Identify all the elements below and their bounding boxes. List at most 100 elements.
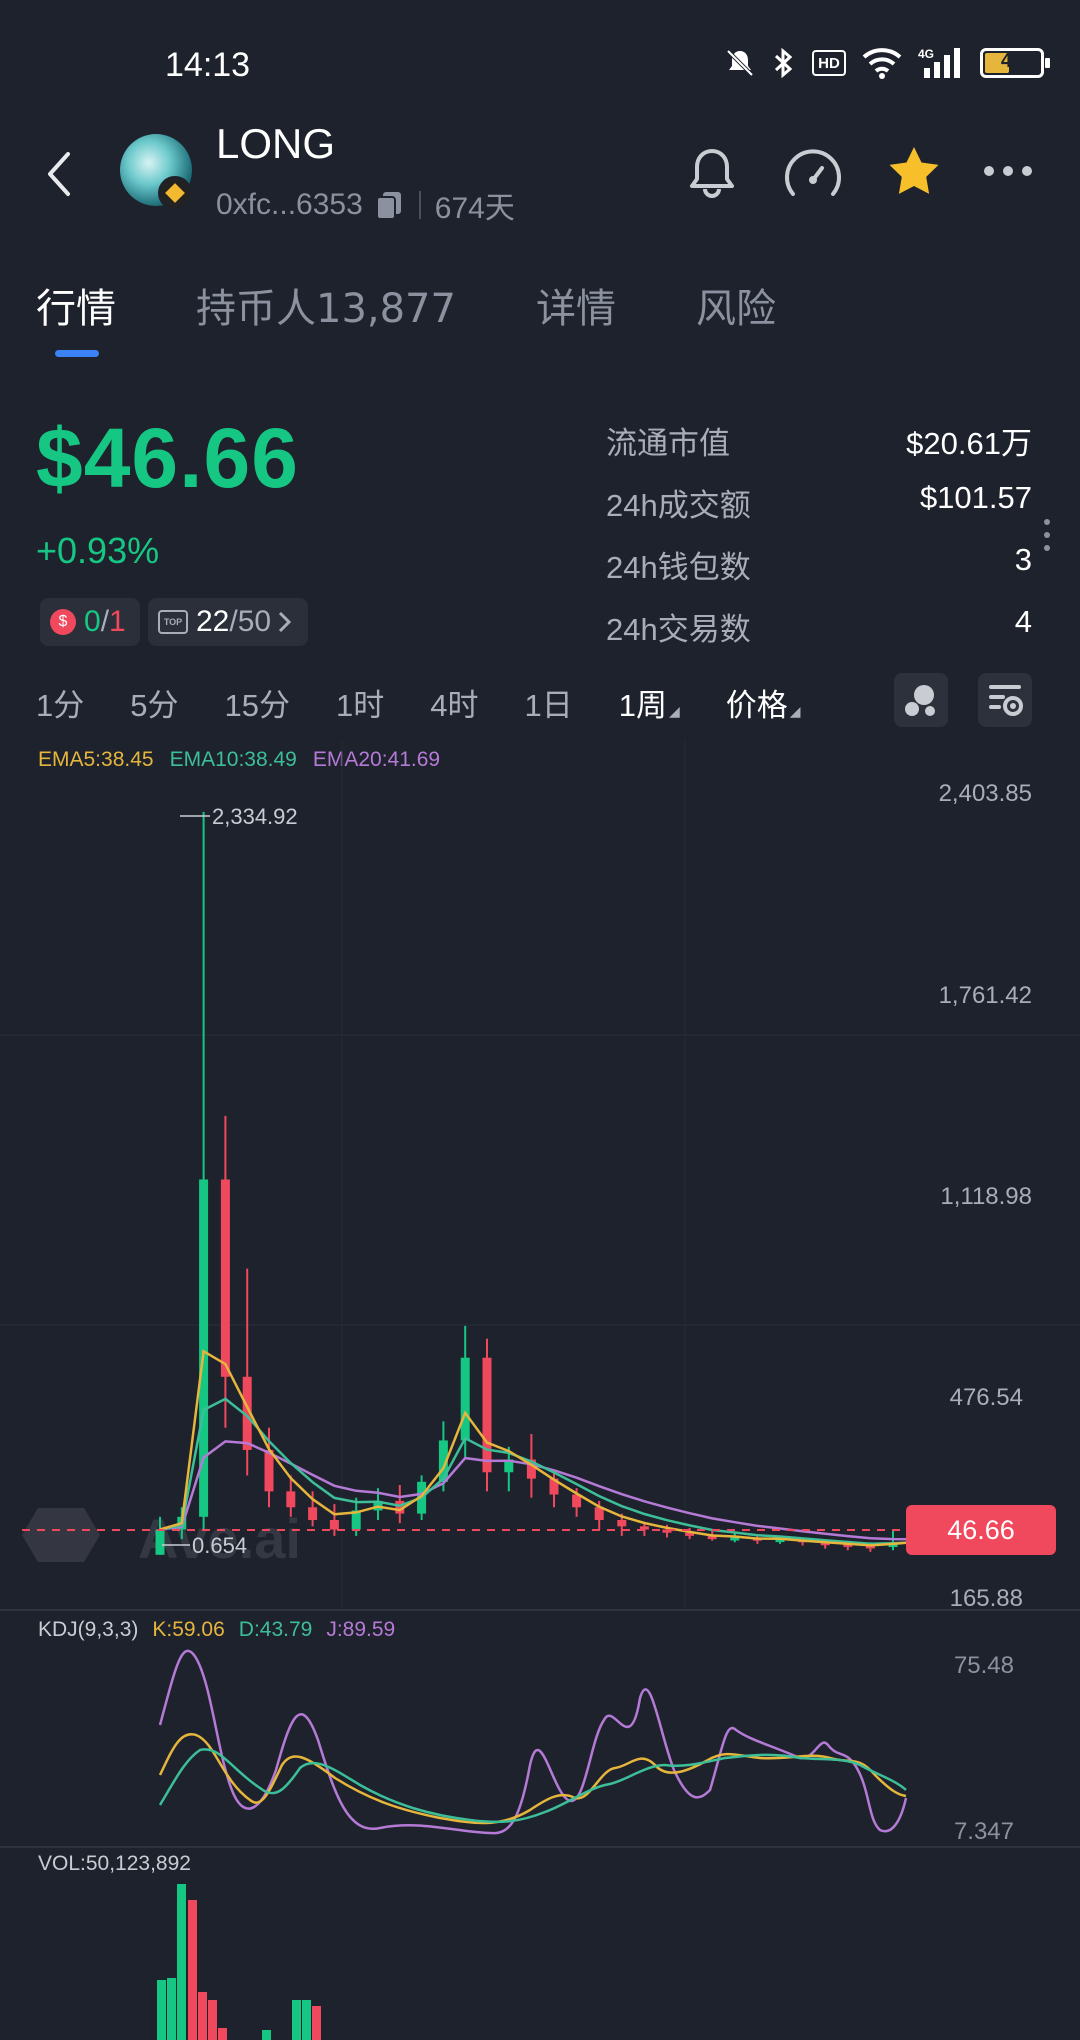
price-axis-label: 1,118.98 xyxy=(940,1183,1032,1210)
wifi-icon xyxy=(862,48,902,79)
token-subline: 0xfc...6353 674天 xyxy=(216,183,515,227)
dropdown-triangle-icon: ◢ xyxy=(789,703,801,719)
price-axis-label: 165.88 xyxy=(949,1585,1023,1612)
battery-level: 43 xyxy=(1000,50,1024,72)
price-axis-label: 2,403.85 xyxy=(938,780,1032,807)
volume-bar xyxy=(198,1992,207,2040)
tab-bar: 行情 持币人13,877 详情 风险 xyxy=(36,276,856,334)
interval-1w-label: 1周 xyxy=(618,688,667,723)
contract-address: 0xfc...6353 xyxy=(216,188,363,221)
interval-4h[interactable]: 4时 xyxy=(430,680,478,725)
candle-body xyxy=(286,1491,296,1508)
stat-label: 24h钱包数 xyxy=(606,550,751,585)
dropdown-triangle-icon: ◢ xyxy=(668,703,680,719)
top-holders-total: /50 xyxy=(229,605,272,638)
bell-off-icon xyxy=(726,49,754,77)
candle-body xyxy=(329,1519,339,1530)
status-icons: HD 4G 43 xyxy=(724,46,1050,80)
stat-value: $101.57 xyxy=(919,480,1032,515)
current-price: $46.66 xyxy=(36,411,299,505)
risk-red-count: 1 xyxy=(109,605,126,638)
signal-4g-icon: 4G xyxy=(918,47,960,78)
interval-1m[interactable]: 1分 xyxy=(36,680,84,725)
chevron-right-icon xyxy=(279,611,292,633)
top-holders-badge[interactable]: TOP 22 /50 xyxy=(148,598,308,646)
gauge-icon[interactable] xyxy=(782,146,844,202)
risk-separator: / xyxy=(100,605,110,638)
battery-icon: 43 xyxy=(980,48,1050,78)
token-age: 674天 xyxy=(434,192,515,225)
candle-body xyxy=(460,1357,470,1441)
kdj-k-value: K:59.06 xyxy=(152,1618,225,1641)
price-axis-label: 1,761.42 xyxy=(938,982,1032,1009)
more-icon[interactable] xyxy=(982,164,1034,178)
bubbles-icon xyxy=(905,685,935,716)
stat-volume: 24h成交额 $101.57 xyxy=(606,480,1032,542)
volume-bar xyxy=(262,2030,271,2040)
volume-legend: VOL:50,123,892 xyxy=(38,1852,191,1875)
risk-green-count: 0 xyxy=(84,605,101,638)
stat-value: 4 xyxy=(1014,604,1032,639)
low-annotation: 0.654 xyxy=(192,1533,247,1558)
tab-risk[interactable]: 风险 xyxy=(696,276,776,334)
high-annotation: 2,334.92 xyxy=(212,804,298,829)
volume-bar xyxy=(177,1884,186,2040)
stat-label: 24h成交额 xyxy=(606,488,751,523)
status-time: 14:13 xyxy=(165,46,251,84)
candle-body xyxy=(617,1519,627,1527)
price-mode-label: 价格 xyxy=(725,688,788,723)
volume-bar xyxy=(302,2000,311,2040)
crown-top-icon: TOP xyxy=(158,610,188,634)
candle-body xyxy=(308,1507,318,1520)
copy-icon[interactable] xyxy=(373,189,405,221)
stat-label: 24h交易数 xyxy=(606,612,751,647)
volume-bar xyxy=(188,1900,197,2040)
bell-icon[interactable] xyxy=(684,145,740,201)
candle-body xyxy=(482,1357,492,1473)
stat-value: $20.61万 xyxy=(906,426,1032,461)
risk-badge[interactable]: $ 0 / 1 xyxy=(40,598,140,646)
tab-active-indicator xyxy=(55,350,99,357)
interval-1d[interactable]: 1日 xyxy=(524,680,572,725)
back-arrow-icon[interactable] xyxy=(44,150,74,198)
top-holders-value: 22 xyxy=(196,605,230,638)
price-change: +0.93% xyxy=(36,530,160,571)
candle-body xyxy=(155,1529,165,1555)
current-price-tag: 46.66 xyxy=(906,1505,1056,1555)
interval-1h[interactable]: 1时 xyxy=(336,680,384,725)
candle-body xyxy=(220,1179,230,1377)
price-axis-label: 476.54 xyxy=(949,1384,1023,1411)
bluetooth-icon xyxy=(774,47,793,79)
tab-holders[interactable]: 持币人13,877 xyxy=(196,276,456,334)
interval-15m[interactable]: 15分 xyxy=(225,680,290,725)
interval-5m[interactable]: 5分 xyxy=(130,680,178,725)
svg-text:4G: 4G xyxy=(918,47,934,61)
volume-bar xyxy=(218,2028,227,2040)
stats-panel: 流通市值 $20.61万 24h成交额 $101.57 24h钱包数 3 24h交易数… xyxy=(606,418,1032,666)
vertical-more-icon[interactable] xyxy=(1043,518,1051,552)
bnb-chain-icon xyxy=(158,176,192,210)
kdj-label: KDJ(9,3,3) xyxy=(38,1618,139,1641)
hd-icon: HD xyxy=(812,50,846,76)
stat-value: 3 xyxy=(1014,542,1032,577)
tab-details[interactable]: 详情 xyxy=(536,276,616,334)
kdj-legend: KDJ(9,3,3) K:59.06 D:43.79 J:89.59 xyxy=(38,1618,395,1642)
kdj-j-line xyxy=(158,1649,908,1835)
stat-market-cap: 流通市值 $20.61万 xyxy=(606,418,1032,480)
candlestick-chart[interactable]: Ave.ai 2,334.92 0.654 xyxy=(0,740,1080,1620)
volume-bar xyxy=(292,2000,301,2040)
chart-settings-button[interactable] xyxy=(978,673,1032,727)
token-title: LONG xyxy=(216,120,336,167)
interval-1w[interactable]: 1周 ◢ xyxy=(619,680,680,725)
volume-bar xyxy=(167,1978,176,2040)
panel-divider xyxy=(0,1846,1080,1848)
moneybag-icon: $ xyxy=(50,609,76,635)
kdj-chart xyxy=(158,1649,908,1835)
volume-chart xyxy=(157,1884,321,2040)
kdj-d-value: D:43.79 xyxy=(238,1618,313,1641)
indicator-toggle-button[interactable] xyxy=(894,673,948,727)
stat-label: 流通市值 xyxy=(606,426,730,461)
price-mode-select[interactable]: 价格 ◢ xyxy=(726,680,801,725)
star-icon[interactable] xyxy=(886,144,942,198)
tab-market[interactable]: 行情 xyxy=(36,276,116,334)
